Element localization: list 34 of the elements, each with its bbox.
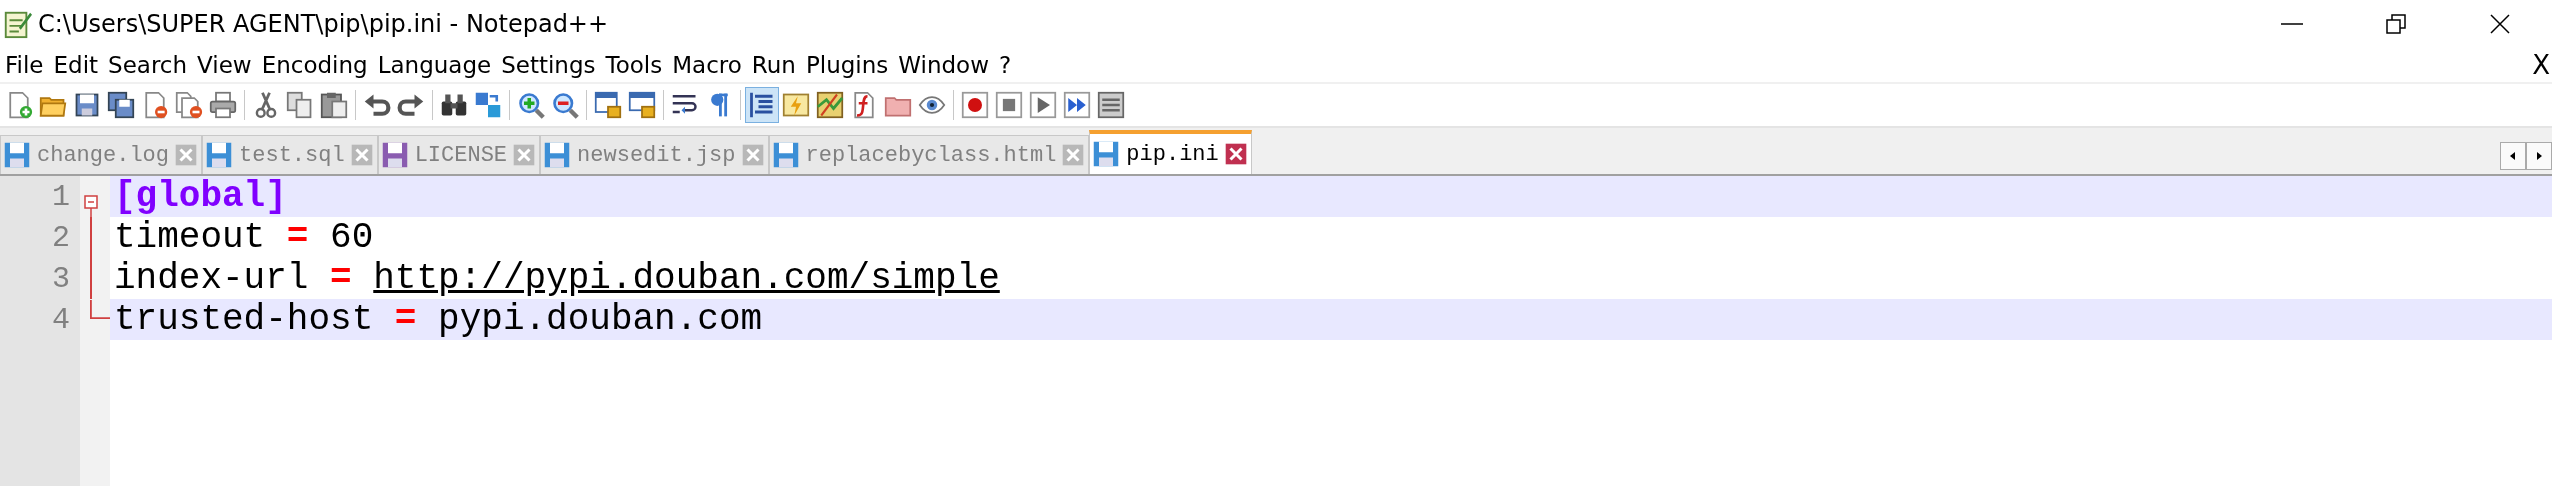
- line-number: 2: [51, 220, 71, 255]
- code-line: timeout = 60: [114, 217, 374, 258]
- restore-icon: [2385, 13, 2407, 35]
- menu-item[interactable]: Macro: [667, 52, 747, 78]
- file-tab[interactable]: pip.ini: [1089, 130, 1252, 174]
- indent-guide-icon[interactable]: [745, 87, 779, 123]
- line-number: 3: [51, 261, 71, 296]
- code-line: trusted-host = pypi.douban.com: [114, 299, 763, 340]
- menu-item[interactable]: Language: [372, 52, 497, 78]
- menu-item[interactable]: ?: [994, 52, 1017, 78]
- menu-item[interactable]: Encoding: [256, 52, 373, 78]
- minimize-icon: [2281, 23, 2303, 25]
- line-number: 4: [51, 302, 71, 337]
- menu-item[interactable]: Settings: [496, 52, 601, 78]
- code-line: [global]: [114, 176, 287, 217]
- scroll-right-button[interactable]: [2526, 142, 2552, 170]
- window-title: C:\Users\SUPER AGENT\pip\pip.ini - Notepad++: [38, 10, 610, 38]
- right-arrow-icon: [2534, 151, 2544, 161]
- scroll-left-button[interactable]: [2500, 142, 2526, 170]
- close-icon[interactable]: [1224, 143, 1247, 165]
- menu-item[interactable]: Tools: [600, 52, 668, 78]
- menu-item[interactable]: Run: [746, 52, 801, 78]
- close-icon: [2489, 13, 2511, 35]
- line-number: 1: [51, 179, 71, 214]
- menu-item[interactable]: File: [0, 52, 49, 78]
- menu-item[interactable]: Window: [893, 52, 994, 78]
- left-arrow-icon: [2508, 151, 2518, 161]
- menu-item[interactable]: Edit: [48, 52, 104, 78]
- code-line: index-url = http://pypi.douban.com/simple: [114, 258, 1000, 299]
- menu-item[interactable]: View: [192, 52, 257, 78]
- notepad-icon: [2, 9, 32, 39]
- menu-item[interactable]: Plugins: [800, 52, 894, 78]
- close-document-button[interactable]: X: [2530, 50, 2552, 80]
- menu-item[interactable]: Search: [103, 52, 193, 78]
